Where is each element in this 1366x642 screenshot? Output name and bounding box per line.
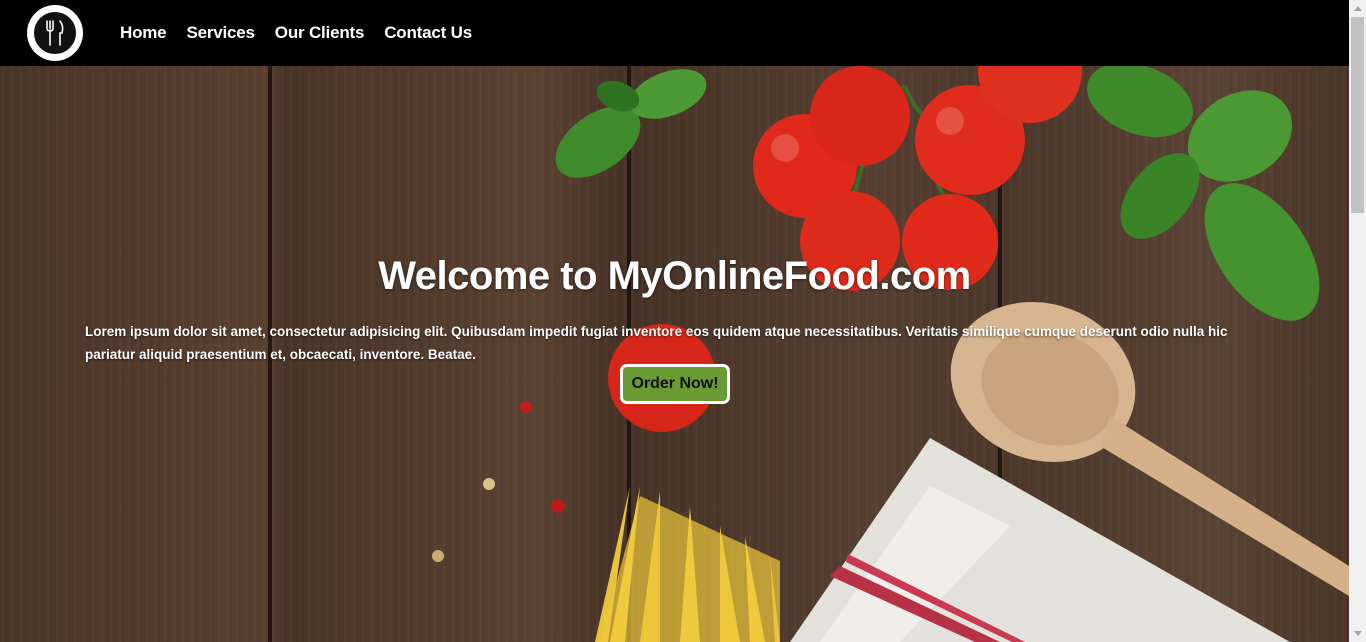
- hero-description: Lorem ipsum dolor sit amet, consectetur …: [85, 324, 1228, 362]
- nav-item-contact-us[interactable]: Contact Us: [384, 23, 472, 43]
- scrollbar-thumb[interactable]: [1351, 17, 1364, 213]
- scroll-down-arrow-icon[interactable]: [1349, 625, 1366, 642]
- order-now-button[interactable]: Order Now!: [620, 364, 730, 404]
- scroll-up-arrow-icon[interactable]: [1349, 0, 1366, 17]
- nav-item-services[interactable]: Services: [186, 23, 255, 43]
- fork-knife-logo-icon: [32, 10, 78, 56]
- hero-section: Welcome to MyOnlineFood.com Lorem ipsum …: [0, 66, 1349, 642]
- nav-links: Home Services Our Clients Contact Us: [120, 0, 472, 66]
- vertical-scrollbar[interactable]: [1349, 0, 1366, 642]
- page: Home Services Our Clients Contact Us Wel…: [0, 0, 1366, 642]
- logo[interactable]: [27, 5, 83, 61]
- hero-title: Welcome to MyOnlineFood.com: [378, 254, 971, 298]
- navbar: Home Services Our Clients Contact Us: [0, 0, 1349, 66]
- nav-item-home[interactable]: Home: [120, 23, 167, 43]
- nav-item-our-clients[interactable]: Our Clients: [275, 23, 365, 43]
